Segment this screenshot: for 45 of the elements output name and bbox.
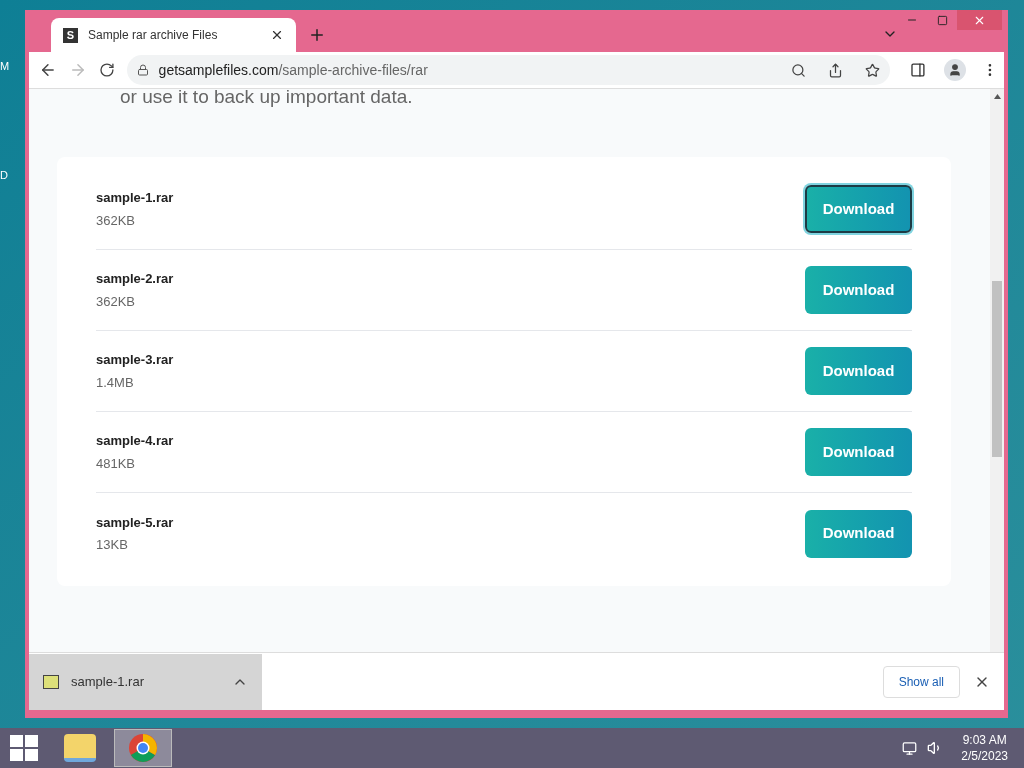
address-bar[interactable]: getsamplefiles.com/sample-archive-files/rar bbox=[126, 55, 891, 85]
file-size: 362KB bbox=[96, 211, 137, 230]
clock-time: 9:03 AM bbox=[962, 732, 1007, 748]
browser-logo-icon bbox=[128, 733, 158, 763]
side-panel-icon[interactable] bbox=[910, 62, 927, 78]
file-size: 13KB bbox=[96, 536, 129, 554]
url-text: getsamplefiles.com/sample-archive-files/rar bbox=[158, 60, 429, 80]
close-tab-icon[interactable] bbox=[270, 28, 284, 42]
reload-icon[interactable] bbox=[98, 62, 115, 78]
scrollbar[interactable] bbox=[990, 89, 1004, 652]
search-icon[interactable] bbox=[791, 62, 807, 78]
download-button[interactable]: Download bbox=[805, 509, 912, 558]
scrollbar-thumb[interactable] bbox=[992, 281, 1002, 457]
download-button[interactable]: Download bbox=[805, 266, 912, 314]
file-name: sample-2.rar bbox=[96, 270, 175, 288]
file-name: sample-1.rar bbox=[96, 189, 175, 207]
tab-title: Sample rar archive Files bbox=[88, 27, 219, 44]
back-icon[interactable] bbox=[39, 61, 57, 79]
file-size: 1.4MB bbox=[96, 373, 135, 392]
favicon: S bbox=[63, 27, 78, 43]
browser-tab[interactable]: S Sample rar archive Files bbox=[51, 18, 296, 52]
browser-taskbar-button[interactable] bbox=[114, 729, 172, 767]
profile-avatar[interactable] bbox=[944, 59, 967, 81]
file-name: sample-3.rar bbox=[96, 351, 175, 369]
share-icon[interactable] bbox=[828, 62, 844, 78]
maximize-icon[interactable] bbox=[936, 14, 948, 26]
start-windows-icon[interactable] bbox=[10, 735, 38, 761]
scroll-up-arrow-icon[interactable] bbox=[993, 94, 1001, 99]
bookmark-star-icon[interactable] bbox=[865, 62, 881, 78]
clock-date: 2/5/2023 bbox=[961, 748, 1008, 764]
download-button[interactable]: Download bbox=[805, 428, 912, 476]
file-size: 481KB bbox=[96, 454, 137, 473]
show-all-button[interactable]: Show all bbox=[882, 665, 960, 698]
download-item[interactable]: sample-1.rar bbox=[29, 653, 262, 710]
desktop-icon-label: D bbox=[0, 167, 8, 183]
file-name: sample-4.rar bbox=[96, 432, 175, 450]
lock-icon bbox=[136, 64, 149, 76]
file-name: sample-5.rar bbox=[96, 513, 175, 532]
new-tab-icon[interactable] bbox=[308, 26, 326, 44]
download-button[interactable]: Download bbox=[805, 185, 912, 233]
intro-text: or use it to back up important data. bbox=[120, 85, 414, 105]
download-button[interactable]: Download bbox=[805, 347, 912, 395]
download-filename: sample-1.rar bbox=[71, 672, 145, 691]
desktop-icon-label: M bbox=[0, 59, 8, 74]
file-size: 362KB bbox=[96, 292, 137, 311]
